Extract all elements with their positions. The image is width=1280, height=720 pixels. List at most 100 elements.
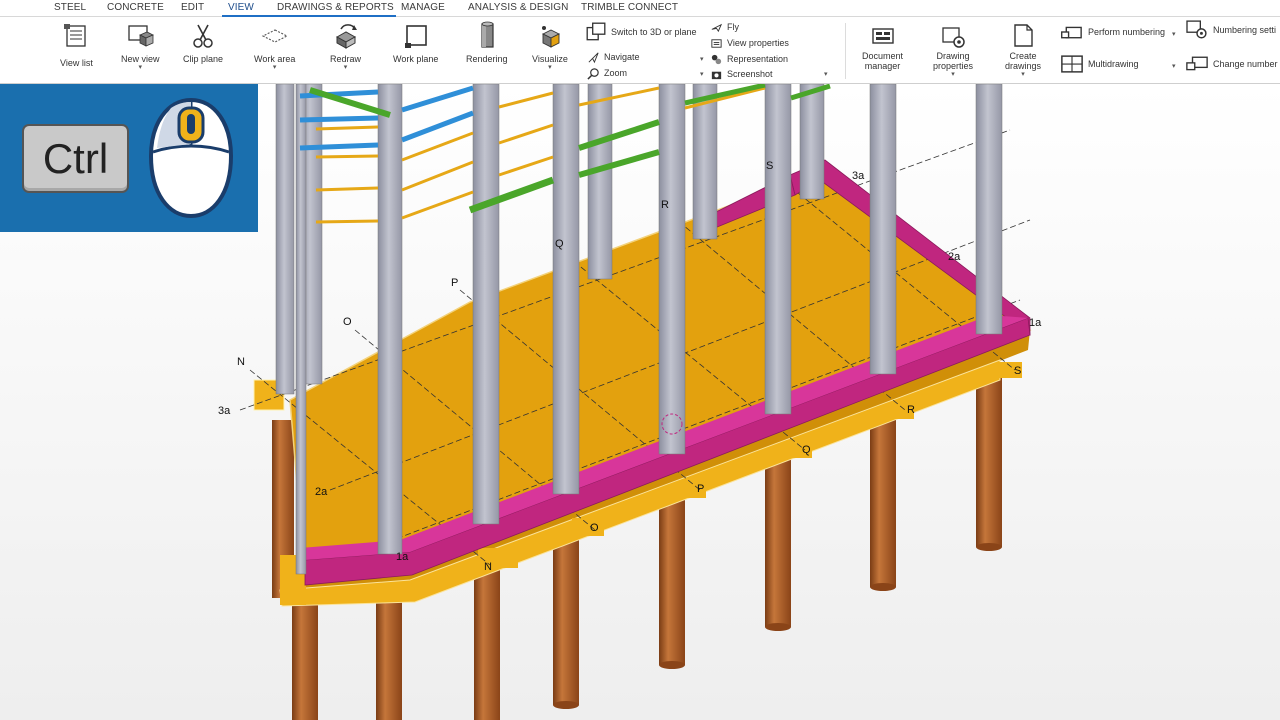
new-view-icon [128,25,155,47]
work-area-label: Work area [254,54,296,64]
drawing-properties-button[interactable]: Drawing properties ▾ [933,21,973,78]
tekla-structures-window: STEEL CONCRETE EDIT VIEW DRAWINGS & REPO… [0,0,1280,720]
column[interactable] [869,84,897,375]
pile[interactable] [292,590,318,720]
tab-concrete[interactable]: CONCRETE [107,2,164,13]
tab-edit[interactable]: EDIT [181,2,204,13]
rendering-icon [481,21,494,48]
column[interactable] [692,84,718,240]
chevron-down-icon: ▾ [548,64,552,71]
visualize-button[interactable]: Visualize ▾ [532,21,568,71]
switch-3d-button[interactable]: Switch to 3D or plane [585,22,697,41]
perform-numbering-button[interactable]: Perform numbering [1060,25,1165,39]
column[interactable] [658,84,686,455]
grid-label-1a-front: 1a [396,551,409,563]
chevron-down-icon: ▾ [1021,71,1025,78]
navigate-icon [588,52,599,63]
column[interactable] [472,84,500,525]
numbering-settings-button[interactable]: Numbering setti [1185,20,1277,39]
column[interactable] [587,84,613,280]
drawing-properties-label-2: properties [933,61,974,71]
column[interactable] [764,84,792,415]
column[interactable] [552,84,580,495]
clip-plane-label: Clip plane [183,54,224,64]
document-manager-icon [871,28,894,44]
tab-view[interactable]: VIEW [228,2,254,13]
create-drawings-button[interactable]: Create drawings ▾ [1005,21,1041,78]
screenshot-dropdown-icon[interactable]: ▾ [824,70,828,78]
multidrawing-button[interactable]: Multidrawing [1060,55,1139,73]
grid-label-3a-right: 3a [852,170,865,182]
drawing-properties-icon [942,27,965,48]
column[interactable] [295,84,307,575]
grid-label-n-bottom: N [484,561,492,573]
grid-label-o: O [343,316,352,328]
chevron-down-icon: ▾ [138,64,143,71]
work-area-button[interactable]: Work area ▾ [254,21,295,71]
pile[interactable] [659,490,685,665]
change-number-button[interactable]: Change number [1185,56,1278,71]
shortcut-hint-overlay: Ctrl [0,84,258,232]
numbering-settings-label: Numbering setti [1213,25,1277,35]
document-manager-button[interactable]: Document manager [862,21,903,71]
column[interactable] [275,84,295,395]
grid-label-r: R [661,199,669,211]
pile[interactable] [376,590,402,720]
tab-drawings-reports[interactable]: DRAWINGS & REPORTS [277,2,394,13]
tab-analysis-design[interactable]: ANALYSIS & DESIGN [468,2,568,13]
zoom-button[interactable]: Zoom [587,66,627,80]
grid-label-s-bottom: S [1014,365,1021,377]
zoom-dropdown-icon[interactable]: ▾ [700,70,704,78]
column[interactable] [799,84,825,200]
multidrawing-dropdown-icon[interactable]: ▾ [1172,62,1176,70]
chevron-down-icon: ▾ [951,71,955,78]
new-view-button[interactable]: New view ▾ [121,21,160,71]
grid-label-q-bottom: Q [802,444,811,456]
grid-label-3a-left: 3a [218,405,231,417]
perform-numbering-dropdown-icon[interactable]: ▾ [1172,30,1176,38]
screenshot-button[interactable]: Screenshot [710,67,773,81]
tab-trimble-connect[interactable]: TRIMBLE CONNECT [581,2,678,13]
scissors-icon [193,24,213,48]
navigate-dropdown-icon[interactable]: ▾ [700,55,704,63]
navigate-button[interactable]: Navigate [587,50,640,64]
multidrawing-icon [1061,55,1083,73]
redraw-icon [335,24,357,49]
fly-label: Fly [727,22,739,32]
mouse-icon [148,97,234,219]
ctrl-key: Ctrl [22,124,129,193]
representation-label: Representation [727,54,789,64]
work-plane-label: Work plane [393,54,439,64]
navigate-label: Navigate [604,52,640,62]
representation-button[interactable]: Representation [710,52,788,66]
ribbon-panel: View list New view ▾ Clip plane Work are… [0,17,1280,84]
drawing-properties-label-1: Drawing [936,51,970,61]
pile[interactable] [870,415,896,587]
column[interactable] [975,84,1003,335]
grid-label-s: S [766,160,773,172]
fly-button[interactable]: Fly [710,20,739,34]
change-number-label: Change number [1213,59,1278,69]
tab-manage[interactable]: MANAGE [401,2,445,13]
pile[interactable] [474,555,500,720]
pile[interactable] [976,375,1002,547]
fly-icon [711,23,723,32]
view-properties-button[interactable]: View properties [710,36,789,50]
document-manager-label-1: Document [862,51,904,61]
clip-plane-button[interactable]: Clip plane [183,21,223,64]
ribbon-separator [845,23,846,79]
pile[interactable] [553,525,579,705]
perform-numbering-label: Perform numbering [1088,27,1166,37]
create-drawings-icon [1014,24,1033,47]
chevron-down-icon: ▾ [343,64,348,71]
create-drawings-label-1: Create [1009,51,1037,61]
pile[interactable] [765,450,791,627]
view-list-button[interactable]: View list [60,21,93,68]
redraw-button[interactable]: Redraw ▾ [330,21,361,71]
work-plane-button[interactable]: Work plane [393,21,438,64]
multidrawing-label: Multidrawing [1088,59,1139,69]
column[interactable] [377,84,403,555]
tab-steel[interactable]: STEEL [54,2,86,13]
view-list-label: View list [60,58,93,68]
rendering-button[interactable]: Rendering [466,21,508,64]
